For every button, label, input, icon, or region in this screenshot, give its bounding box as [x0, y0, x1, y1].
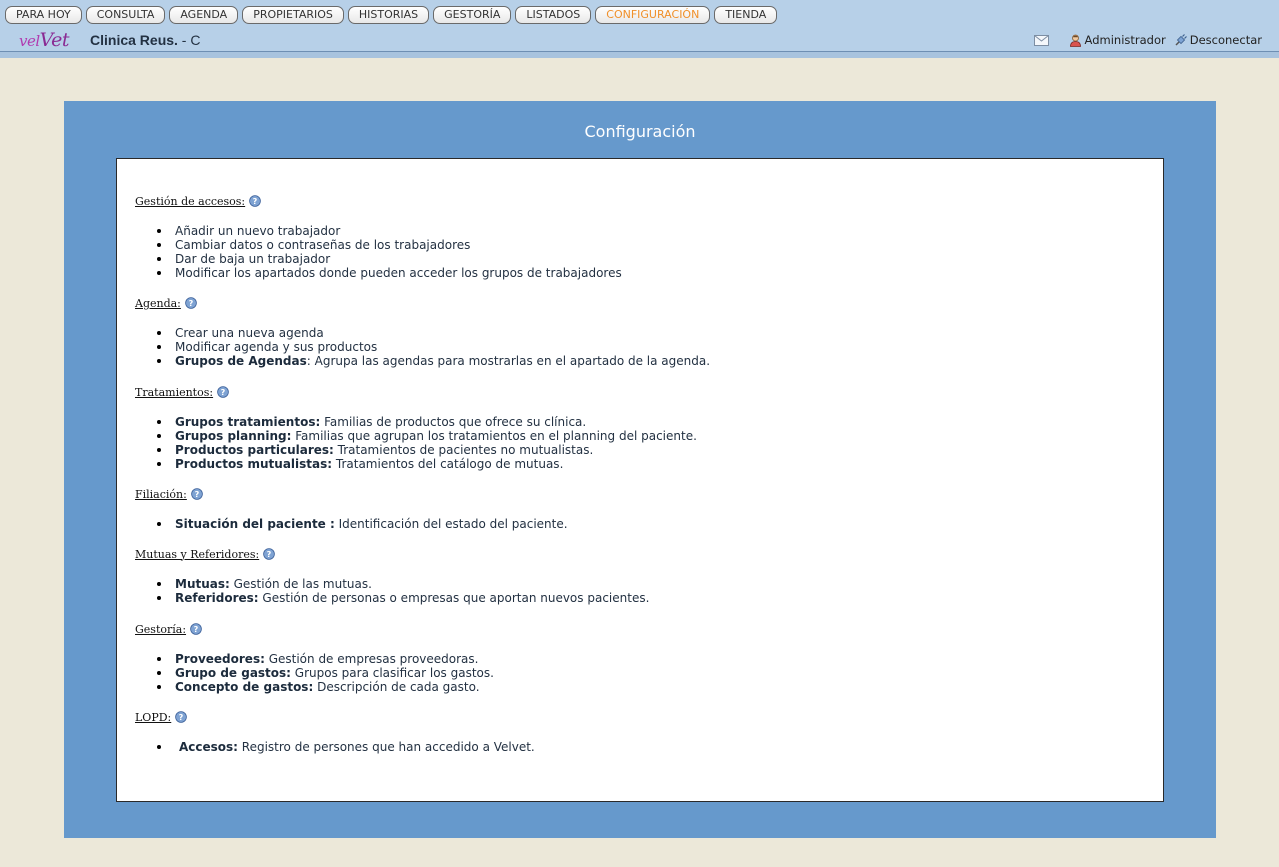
list-item[interactable]: Grupos planning: Familias que agrupan lo… — [135, 429, 697, 443]
section-link-agenda[interactable]: Agenda: — [135, 297, 181, 310]
section-link-mutuas-referidores[interactable]: Mutuas y Referidores: — [135, 548, 259, 561]
list-item[interactable]: Modificar los apartados donde pueden acc… — [135, 266, 622, 280]
page-title: Configuración — [584, 122, 696, 141]
section-link-filiacion[interactable]: Filiación: — [135, 488, 187, 501]
nav-agenda[interactable]: AGENDA — [169, 6, 239, 24]
list-item[interactable]: Grupos de Agendas: Agrupa las agendas pa… — [135, 354, 710, 368]
nav-historias[interactable]: HISTORIAS — [347, 6, 430, 24]
help-icon[interactable]: ? — [190, 623, 202, 635]
mail-icon[interactable] — [1033, 34, 1049, 46]
list-item[interactable]: Añadir un nuevo trabajador — [135, 224, 622, 238]
list-gestion-accesos: Añadir un nuevo trabajador Cambiar datos… — [135, 224, 622, 280]
list-item[interactable]: Grupo de gastos: Grupos para clasificar … — [135, 666, 494, 680]
svg-text:?: ? — [179, 713, 184, 722]
nav-consulta[interactable]: CONSULTA — [85, 6, 166, 24]
list-item[interactable]: Productos mutualistas: Tratamientos del … — [135, 457, 697, 471]
help-icon[interactable]: ? — [249, 195, 261, 207]
help-icon[interactable]: ? — [175, 711, 188, 723]
section-lopd: LOPD: ? Accesos: Registro de persones qu… — [135, 710, 535, 755]
nav-gestoria[interactable]: GESTORÍA — [433, 6, 512, 24]
section-link-gestoria[interactable]: Gestoría: — [135, 623, 186, 636]
svg-text:?: ? — [267, 550, 272, 559]
top-header: PARA HOY CONSULTA AGENDA PROPIETARIOS HI… — [0, 0, 1279, 52]
nav-listados[interactable]: LISTADOS — [515, 6, 592, 24]
list-item[interactable]: Situación del paciente : Identificación … — [135, 517, 568, 531]
clinic-name: Clinica Reus. - C — [90, 32, 200, 48]
section-link-tratamientos[interactable]: Tratamientos: — [135, 386, 213, 399]
help-icon[interactable]: ? — [217, 386, 229, 398]
logout-label: Desconectar — [1189, 33, 1262, 47]
nav-configuracion[interactable]: CONFIGURACIÓN — [595, 6, 711, 24]
admin-user-link[interactable]: Administrador — [1069, 33, 1166, 47]
nav-tienda[interactable]: TIENDA — [714, 6, 778, 24]
section-filiacion: Filiación: ? Situación del paciente : Id… — [135, 487, 568, 532]
list-lopd: Accesos: Registro de persones que han ac… — [135, 740, 535, 754]
config-panel: Configuración Gestión de accesos: ? Añad… — [64, 101, 1216, 838]
logo-text-small: vel — [19, 32, 40, 50]
help-icon[interactable]: ? — [263, 548, 276, 560]
section-mutuas-referidores: Mutuas y Referidores: ? Mutuas: Gestión … — [135, 547, 649, 606]
nav-para-hoy[interactable]: PARA HOY — [5, 6, 82, 24]
section-gestion-accesos: Gestión de accesos: ? Añadir un nuevo tr… — [135, 194, 622, 281]
help-icon[interactable]: ? — [185, 297, 197, 309]
list-agenda: Crear una nueva agenda Modificar agenda … — [135, 326, 710, 368]
user-icon — [1069, 34, 1081, 47]
list-item[interactable]: Concepto de gastos: Descripción de cada … — [135, 680, 494, 694]
main-nav: PARA HOY CONSULTA AGENDA PROPIETARIOS HI… — [5, 6, 778, 24]
svg-text:?: ? — [194, 625, 199, 634]
admin-user-label: Administrador — [1084, 33, 1166, 47]
section-link-lopd[interactable]: LOPD: — [135, 711, 171, 724]
section-tratamientos: Tratamientos: ? Grupos tratamientos: Fam… — [135, 385, 697, 472]
list-item[interactable]: Grupos tratamientos: Familias de product… — [135, 415, 697, 429]
header-tools: Administrador Desconectar — [1033, 33, 1262, 47]
list-item[interactable]: Productos particulares: Tratamientos de … — [135, 443, 697, 457]
logo-text-big: Vet — [39, 29, 70, 51]
plug-icon — [1175, 33, 1187, 46]
section-link-gestion-accesos[interactable]: Gestión de accesos: — [135, 195, 245, 208]
list-item[interactable]: Cambiar datos o contraseñas de los traba… — [135, 238, 622, 252]
list-mutuas-referidores: Mutuas: Gestión de las mutuas. Referidor… — [135, 577, 649, 605]
list-item[interactable]: Proveedores: Gestión de empresas proveed… — [135, 652, 494, 666]
svg-text:?: ? — [189, 299, 194, 308]
clinic-name-text: Clinica Reus. — [90, 32, 178, 48]
nav-propietarios[interactable]: PROPIETARIOS — [242, 6, 344, 24]
list-item[interactable]: Modificar agenda y sus productos — [135, 340, 710, 354]
list-item[interactable]: Mutuas: Gestión de las mutuas. — [135, 577, 649, 591]
help-icon[interactable]: ? — [191, 488, 203, 500]
config-content: Gestión de accesos: ? Añadir un nuevo tr… — [116, 158, 1164, 802]
section-gestoria: Gestoría: ? Proveedores: Gestión de empr… — [135, 622, 494, 695]
clinic-suffix: - C — [177, 32, 201, 48]
list-item[interactable]: Dar de baja un trabajador — [135, 252, 622, 266]
list-item[interactable]: Crear una nueva agenda — [135, 326, 710, 340]
logout-link[interactable]: Desconectar — [1174, 33, 1262, 47]
list-gestoria: Proveedores: Gestión de empresas proveed… — [135, 652, 494, 694]
list-filiacion: Situación del paciente : Identificación … — [135, 517, 568, 531]
svg-text:?: ? — [195, 490, 200, 499]
list-item[interactable]: Referidores: Gestión de personas o empre… — [135, 591, 649, 605]
list-item[interactable]: Accesos: Registro de persones que han ac… — [135, 740, 535, 754]
svg-text:?: ? — [221, 388, 226, 397]
section-agenda: Agenda: ? Crear una nueva agenda Modific… — [135, 296, 710, 369]
list-tratamientos: Grupos tratamientos: Familias de product… — [135, 415, 697, 471]
header-divider — [0, 52, 1279, 58]
velvet-logo[interactable]: velVet — [19, 29, 70, 51]
svg-text:?: ? — [253, 197, 258, 206]
